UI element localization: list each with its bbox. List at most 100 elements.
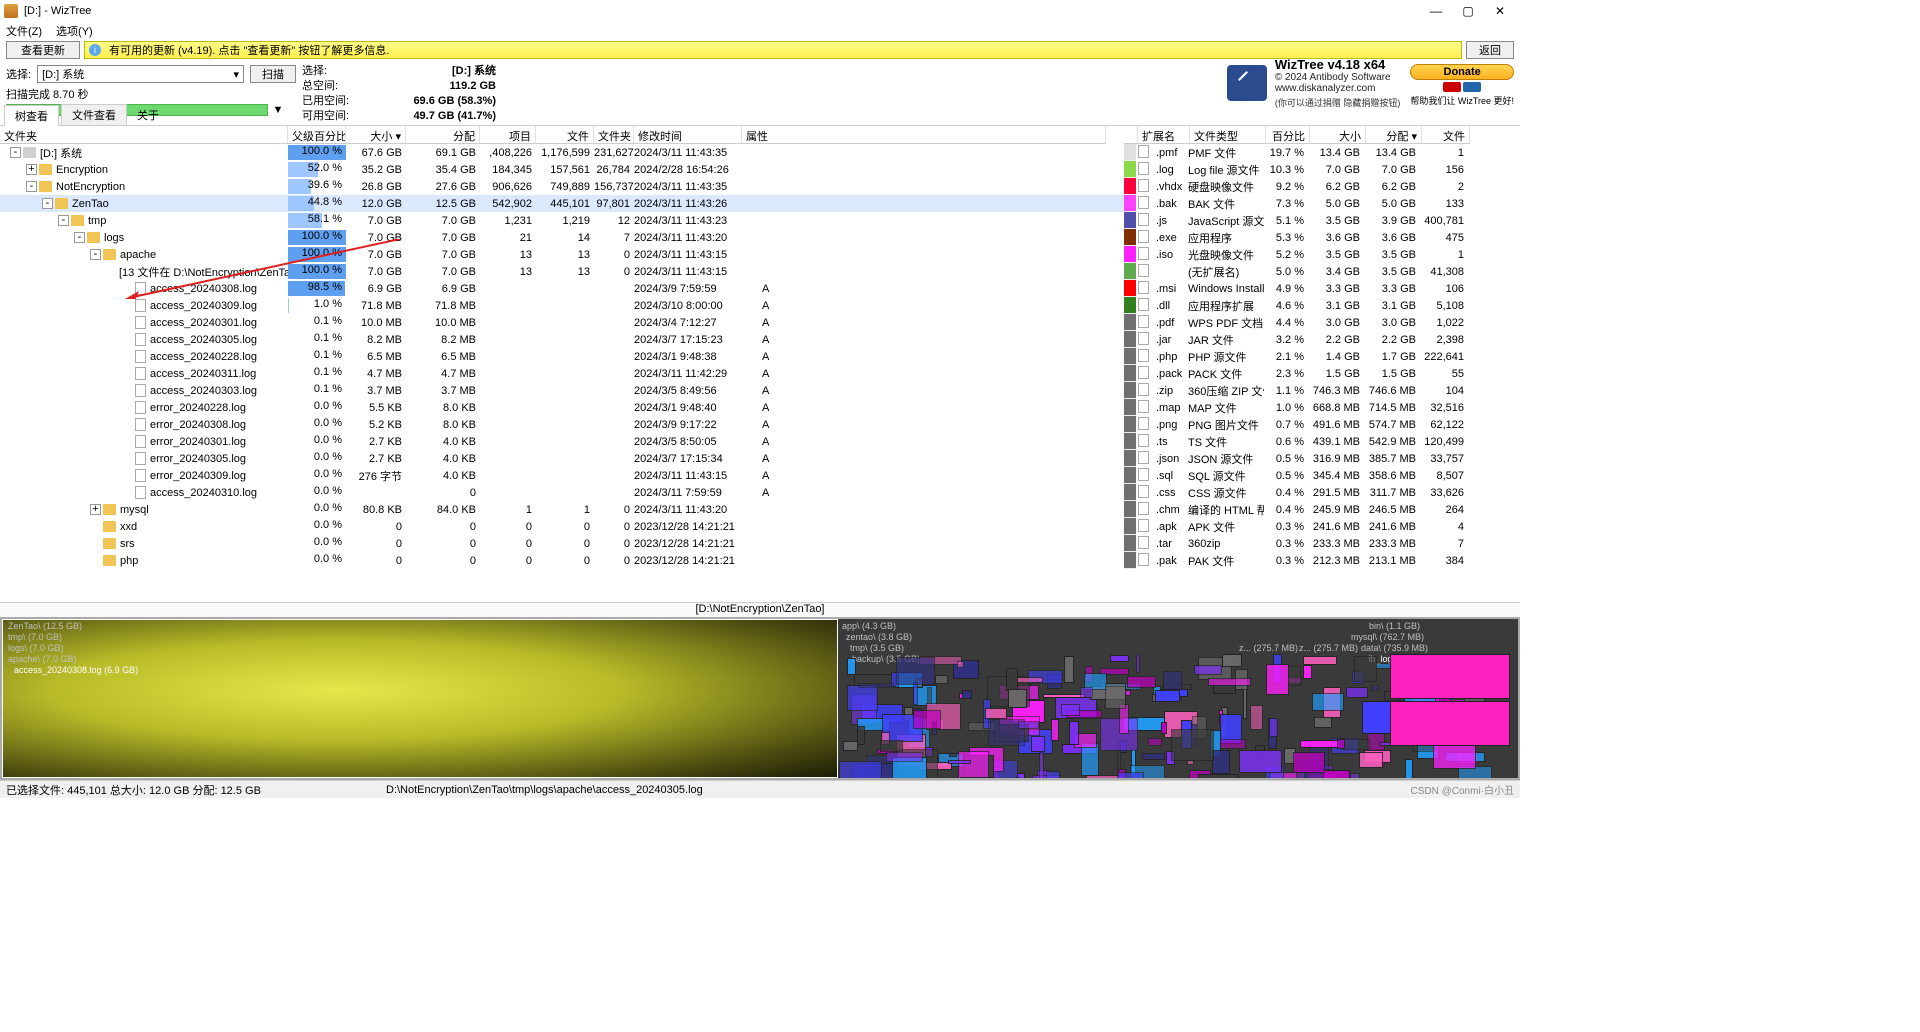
info-icon: i xyxy=(89,44,101,56)
file-icon xyxy=(135,435,146,448)
ext-row[interactable]: .jsJavaScript 源文件5.1 %3.5 GB3.9 GB400,78… xyxy=(1124,212,1520,229)
close-button[interactable]: ✕ xyxy=(1484,4,1516,18)
drive-select[interactable]: [D:] 系统▾ xyxy=(37,65,244,83)
extension-pane: 扩展名 文件类型 百分比 大小 分配 ▾ 文件 .pmfPMF 文件19.7 %… xyxy=(1124,126,1520,602)
toggle-icon[interactable]: - xyxy=(90,249,101,260)
check-update-button[interactable]: 查看更新 xyxy=(6,41,80,59)
toggle-icon[interactable]: - xyxy=(58,215,69,226)
filetype-icon xyxy=(1136,536,1154,552)
ext-row[interactable]: .pngPNG 图片文件0.7 %491.6 MB574.7 MB62,122 xyxy=(1124,416,1520,433)
ext-row[interactable]: .tar360zip0.3 %233.3 MB233.3 MB7 xyxy=(1124,535,1520,552)
filetype-icon xyxy=(1136,519,1154,535)
ext-row[interactable]: .bakBAK 文件7.3 %5.0 GB5.0 GB133 xyxy=(1124,195,1520,212)
ext-row[interactable]: .cssCSS 源文件0.4 %291.5 MB311.7 MB33,626 xyxy=(1124,484,1520,501)
ext-row[interactable]: .packPACK 文件2.3 %1.5 GB1.5 GB55 xyxy=(1124,365,1520,382)
tree-row[interactable]: access_20240309.log1.0 %71.8 MB71.8 MB20… xyxy=(0,297,1124,314)
folder-icon xyxy=(39,181,52,192)
tree-row[interactable]: access_20240311.log0.1 %4.7 MB4.7 MB2024… xyxy=(0,365,1124,382)
toggle-icon[interactable]: - xyxy=(26,181,37,192)
tab-tree-view[interactable]: 树查看 xyxy=(4,105,59,126)
tree-row[interactable]: +Encryption52.0 %35.2 GB35.4 GB184,34515… xyxy=(0,161,1124,178)
space-summary: 选择:[D:] 系统 总空间:119.2 GB 已用空间:69.6 GB (58… xyxy=(296,64,496,102)
tree-row[interactable]: xxd0.0 %000002023/12/28 14:21:21 xyxy=(0,518,1124,535)
ext-row[interactable]: .phpPHP 源文件2.1 %1.4 GB1.7 GB222,641 xyxy=(1124,348,1520,365)
maximize-button[interactable]: ▢ xyxy=(1452,4,1484,18)
toggle-icon[interactable]: + xyxy=(90,504,101,515)
folder-icon xyxy=(103,521,116,532)
minimize-button[interactable]: — xyxy=(1420,4,1452,18)
ext-row[interactable]: .jarJAR 文件3.2 %2.2 GB2.2 GB2,398 xyxy=(1124,331,1520,348)
tree-row[interactable]: error_20240228.log0.0 %5.5 KB8.0 KB2024/… xyxy=(0,399,1124,416)
ext-row[interactable]: .dll应用程序扩展4.6 %3.1 GB3.1 GB5,108 xyxy=(1124,297,1520,314)
tree-row[interactable]: srs0.0 %000002023/12/28 14:21:21 xyxy=(0,535,1124,552)
ext-row[interactable]: .apkAPK 文件0.3 %241.6 MB241.6 MB4 xyxy=(1124,518,1520,535)
file-icon xyxy=(135,401,146,414)
ext-row[interactable]: .jsonJSON 源文件0.5 %316.9 MB385.7 MB33,757 xyxy=(1124,450,1520,467)
ext-row[interactable]: .exe应用程序5.3 %3.6 GB3.6 GB475 xyxy=(1124,229,1520,246)
filetype-icon xyxy=(1136,179,1154,195)
folder-icon xyxy=(103,538,116,549)
tree-row[interactable]: error_20240308.log0.0 %5.2 KB8.0 KB2024/… xyxy=(0,416,1124,433)
treemap[interactable]: ZenTao\ (12.5 GB) tmp\ (7.0 GB) logs\ (7… xyxy=(0,617,1520,780)
filetype-icon xyxy=(1136,230,1154,246)
tree-row[interactable]: access_20240308.log98.5 %6.9 GB6.9 GB202… xyxy=(0,280,1124,297)
ext-row[interactable]: .msiWindows Installe4.9 %3.3 GB3.3 GB106 xyxy=(1124,280,1520,297)
tab-file-view[interactable]: 文件查看 xyxy=(61,104,127,125)
toggle-icon[interactable]: + xyxy=(26,164,37,175)
ext-row[interactable]: .sqlSQL 源文件0.5 %345.4 MB358.6 MB8,507 xyxy=(1124,467,1520,484)
ext-row[interactable]: .pdfWPS PDF 文档4.4 %3.0 GB3.0 GB1,022 xyxy=(1124,314,1520,331)
scan-button[interactable]: 扫描 xyxy=(250,65,296,83)
ext-row[interactable]: .logLog file 源文件10.3 %7.0 GB7.0 GB156 xyxy=(1124,161,1520,178)
tree-row[interactable]: -NotEncryption39.6 %26.8 GB27.6 GB906,62… xyxy=(0,178,1124,195)
file-icon xyxy=(135,299,146,312)
tree-row[interactable]: error_20240309.log0.0 %276 字节4.0 KB2024/… xyxy=(0,467,1124,484)
tree-row[interactable]: -apache100.0 %7.0 GB7.0 GB131302024/3/11… xyxy=(0,246,1124,263)
tree-row[interactable]: -ZenTao44.8 %12.0 GB12.5 GB542,902445,10… xyxy=(0,195,1124,212)
wiztree-logo-icon xyxy=(1227,65,1267,101)
ext-row[interactable]: .zip360压缩 ZIP 文件1.1 %746.3 MB746.6 MB104 xyxy=(1124,382,1520,399)
ext-row[interactable]: .mapMAP 文件1.0 %668.8 MB714.5 MB32,516 xyxy=(1124,399,1520,416)
back-button[interactable]: 返回 xyxy=(1466,41,1514,59)
status-path: D:\NotEncryption\ZenTao\tmp\logs\apache\… xyxy=(386,784,1411,796)
ext-row[interactable]: (无扩展名)5.0 %3.4 GB3.5 GB41,308 xyxy=(1124,263,1520,280)
menu-options[interactable]: 选项(Y) xyxy=(56,23,93,39)
donate-button[interactable]: Donate xyxy=(1410,64,1514,80)
tree-row[interactable]: access_20240301.log0.1 %10.0 MB10.0 MB20… xyxy=(0,314,1124,331)
tree-row[interactable]: +mysql0.0 %80.8 KB84.0 KB1102024/3/11 11… xyxy=(0,501,1124,518)
tree-row[interactable]: access_20240303.log0.1 %3.7 MB3.7 MB2024… xyxy=(0,382,1124,399)
ext-row[interactable]: .iso光盘映像文件5.2 %3.5 GB3.5 GB1 xyxy=(1124,246,1520,263)
tree-row[interactable]: access_20240310.log0.0 %02024/3/11 7:59:… xyxy=(0,484,1124,501)
file-icon xyxy=(135,384,146,397)
folder-icon xyxy=(103,555,116,566)
tab-about[interactable]: 关于 xyxy=(129,105,167,125)
file-icon xyxy=(135,316,146,329)
tree-row[interactable]: -logs100.0 %7.0 GB7.0 GB211472024/3/11 1… xyxy=(0,229,1124,246)
filter-icon[interactable]: ▼ xyxy=(272,104,284,116)
toggle-icon[interactable]: - xyxy=(10,147,21,158)
tree-row[interactable]: error_20240305.log0.0 %2.7 KB4.0 KB2024/… xyxy=(0,450,1124,467)
ext-rows[interactable]: .pmfPMF 文件19.7 %13.4 GB13.4 GB1.logLog f… xyxy=(1124,144,1520,602)
ext-row[interactable]: .tsTS 文件0.6 %439.1 MB542.9 MB120,499 xyxy=(1124,433,1520,450)
tree-row[interactable]: access_20240228.log0.1 %6.5 MB6.5 MB2024… xyxy=(0,348,1124,365)
tree-row[interactable]: -tmp58.1 %7.0 GB7.0 GB1,2311,219122024/3… xyxy=(0,212,1124,229)
tree-row[interactable]: -[D:] 系统100.0 %67.6 GB69.1 GB,408,2261,1… xyxy=(0,144,1124,161)
tree-rows[interactable]: -[D:] 系统100.0 %67.6 GB69.1 GB,408,2261,1… xyxy=(0,144,1124,602)
toggle-icon[interactable]: - xyxy=(42,198,53,209)
tree-header: 文件夹 父级百分比 大小 ▾ 分配 项目 文件 文件夹 修改时间 属性 xyxy=(0,126,1124,144)
filetype-icon xyxy=(1136,434,1154,450)
filetype-icon xyxy=(1136,332,1154,348)
ext-row[interactable]: .pakPAK 文件0.3 %212.3 MB213.1 MB384 xyxy=(1124,552,1520,569)
ext-row[interactable]: .pmfPMF 文件19.7 %13.4 GB13.4 GB1 xyxy=(1124,144,1520,161)
tree-row[interactable]: php0.0 %000002023/12/28 14:21:21 xyxy=(0,552,1124,569)
tree-row[interactable]: error_20240301.log0.0 %2.7 KB4.0 KB2024/… xyxy=(0,433,1124,450)
toggle-icon[interactable]: - xyxy=(74,232,85,243)
menu-file[interactable]: 文件(Z) xyxy=(6,23,42,39)
ext-row[interactable]: .chm编译的 HTML 帮0.4 %245.9 MB246.5 MB264 xyxy=(1124,501,1520,518)
tree-row[interactable]: access_20240305.log0.1 %8.2 MB8.2 MB2024… xyxy=(0,331,1124,348)
file-icon xyxy=(135,469,146,482)
ext-row[interactable]: .vhdx硬盘映像文件9.2 %6.2 GB6.2 GB2 xyxy=(1124,178,1520,195)
filetype-icon xyxy=(1136,502,1154,518)
file-icon xyxy=(135,452,146,465)
filetype-icon xyxy=(1136,468,1154,484)
tree-row[interactable]: [13 文件在 D:\NotEncryption\ZenTao\tr100.0 … xyxy=(0,263,1124,280)
